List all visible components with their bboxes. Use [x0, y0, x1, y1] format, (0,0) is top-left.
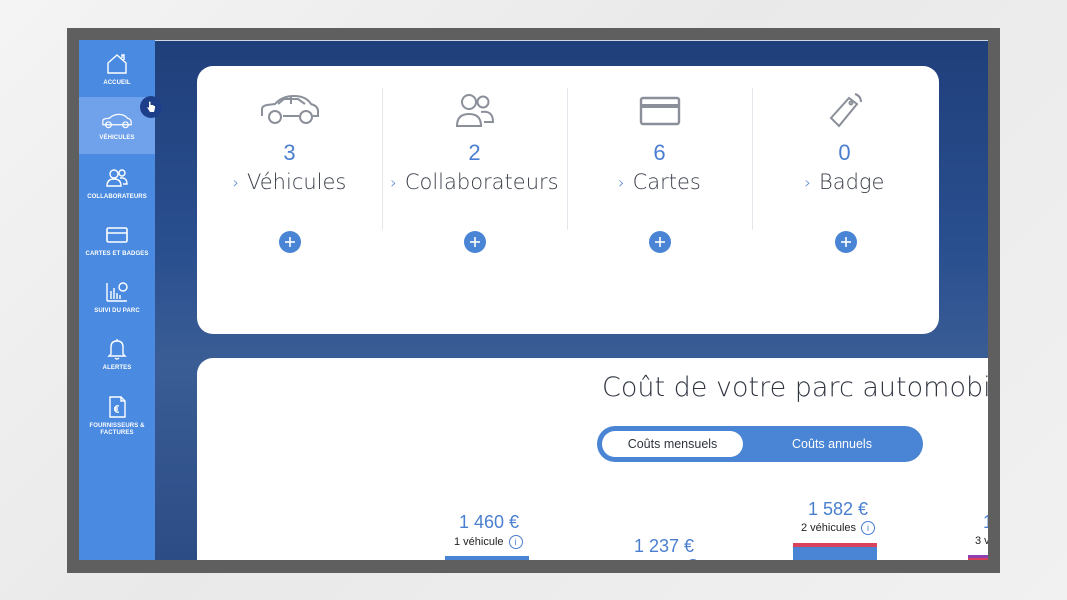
cost-title: Coût de votre parc automobile	[602, 372, 988, 403]
bar-value: 1 582 €	[808, 499, 869, 519]
bell-icon	[107, 338, 127, 360]
sidebar-item-label: VÉHICULES	[99, 134, 135, 141]
info-icon[interactable]: i	[686, 559, 700, 560]
fleet-cost-card: Coût de votre parc automobile Coûts mens…	[197, 358, 988, 560]
bar-subtitle-text: 2 véhicules	[801, 522, 857, 534]
plus-icon	[470, 237, 480, 247]
toggle-annual-costs[interactable]: Coûts annuels	[757, 431, 907, 457]
stat-link-cartes[interactable]: › Cartes	[618, 170, 701, 194]
monitor-frame: ACCUEIL VÉHICULES COLLABORATEURS CARTES …	[67, 28, 1000, 573]
chart-icon	[106, 281, 128, 302]
stat-label: Cartes	[632, 170, 701, 194]
info-icon[interactable]: i	[861, 521, 876, 535]
stat-label: Véhicules	[247, 170, 347, 194]
cost-bar-segment	[968, 558, 988, 560]
home-icon	[107, 53, 127, 74]
chevron-right-icon: ›	[232, 172, 240, 192]
sidebar-item-label: SUIVI DU PARC	[94, 307, 140, 314]
cost-bar-segment	[793, 547, 877, 560]
info-icon[interactable]: i	[508, 535, 523, 549]
stat-link-collaborateurs[interactable]: › Collaborateurs	[390, 170, 558, 194]
stat-count: 2	[468, 140, 481, 165]
add-carte-button[interactable]	[649, 231, 671, 253]
sidebar-item-collaborateurs[interactable]: COLLABORATEURS	[79, 154, 155, 211]
hand-cursor-icon	[147, 101, 155, 112]
sidebar-item-accueil[interactable]: ACCUEIL	[79, 40, 155, 97]
add-badge-button[interactable]	[835, 231, 857, 253]
car-icon	[260, 94, 319, 124]
stat-label: Collaborateurs	[404, 170, 559, 194]
sidebar-item-cartes[interactable]: CARTES ET BADGES	[79, 211, 155, 268]
sidebar: ACCUEIL VÉHICULES COLLABORATEURS CARTES …	[79, 40, 162, 560]
bar-subtitle: 2 véhicules i	[801, 521, 876, 535]
sidebar-item-label: COLLABORATEURS	[87, 193, 147, 200]
plus-icon	[285, 237, 295, 247]
card-icon	[106, 226, 128, 243]
bar-value: 1 460 €	[459, 512, 520, 532]
add-vehicule-button[interactable]	[279, 231, 301, 253]
stat-badge: 0 › Badge	[752, 88, 937, 234]
sidebar-item-label: CARTES ET BADGES	[85, 250, 149, 257]
users-icon	[455, 94, 494, 127]
add-collaborateur-button[interactable]	[464, 231, 486, 253]
cost-period-toggle: Coûts mensuels Coûts annuels	[597, 426, 923, 462]
stat-count: 6	[653, 140, 666, 165]
card-icon	[639, 96, 680, 126]
chevron-right-icon: ›	[390, 172, 397, 192]
bar-subtitle: 3 v	[975, 535, 988, 547]
fleet-summary-card: 3 › Véhicules 2 › Collaborateurs 6 › Car…	[197, 66, 939, 334]
stat-count: 3	[283, 140, 296, 165]
sidebar-item-label: ACCUEIL	[103, 79, 131, 86]
top-border	[79, 40, 988, 41]
chevron-right-icon: ›	[618, 172, 625, 192]
invoice-icon	[109, 395, 126, 418]
stat-vehicules: 3 › Véhicules	[197, 88, 382, 234]
sidebar-item-alertes[interactable]: ALERTES	[79, 325, 155, 382]
bar-value: 1	[983, 512, 988, 533]
stat-count: 0	[838, 140, 851, 165]
toggle-monthly-costs[interactable]: Coûts mensuels	[602, 431, 743, 457]
stat-label: Badge	[818, 170, 885, 194]
stat-collaborateurs: 2 › Collaborateurs	[382, 88, 567, 234]
bar-subtitle-text: 1 véhicule	[454, 536, 504, 548]
stat-link-vehicules[interactable]: › Véhicules	[233, 170, 347, 194]
sidebar-item-suivi[interactable]: SUIVI DU PARC	[79, 268, 155, 325]
car-icon	[102, 113, 132, 128]
bar-subtitle: 1 véhicule i	[454, 535, 523, 549]
cost-bar	[445, 556, 529, 560]
stat-cartes: 6 › Cartes	[567, 88, 752, 234]
cursor-indicator	[140, 96, 162, 118]
stat-link-badge[interactable]: › Badge	[805, 170, 885, 194]
plus-icon	[655, 237, 665, 247]
badge-icon	[829, 93, 862, 128]
sidebar-item-label: ALERTES	[102, 364, 132, 371]
plus-icon	[841, 237, 851, 247]
sidebar-item-fournisseurs[interactable]: FOURNISSEURS & FACTURES	[79, 382, 155, 448]
bar-value: 1 237 €	[634, 536, 695, 556]
chevron-right-icon: ›	[804, 172, 811, 192]
sidebar-item-label: FOURNISSEURS & FACTURES	[89, 422, 145, 436]
app-screen: ACCUEIL VÉHICULES COLLABORATEURS CARTES …	[79, 40, 988, 560]
users-icon	[106, 168, 128, 187]
bar-subtitle-text: 3 v	[975, 535, 988, 547]
